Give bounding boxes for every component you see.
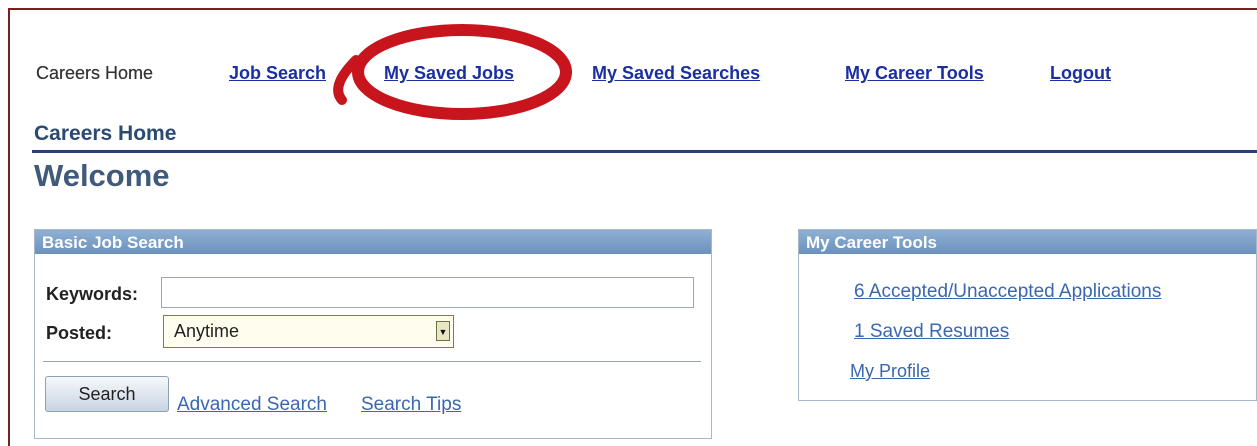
search-tips-link[interactable]: Search Tips bbox=[361, 394, 461, 416]
my-profile-link[interactable]: My Profile bbox=[850, 361, 930, 382]
my-career-tools-panel: My Career Tools 6 Accepted/Unaccepted Ap… bbox=[798, 229, 1257, 401]
breadcrumb: Careers Home bbox=[34, 122, 177, 145]
posted-select-value: Anytime bbox=[174, 321, 240, 341]
header-divider bbox=[32, 150, 1257, 153]
nav-my-saved-searches[interactable]: My Saved Searches bbox=[592, 63, 760, 84]
advanced-search-link[interactable]: Advanced Search bbox=[177, 394, 327, 416]
keywords-label: Keywords: bbox=[46, 284, 139, 304]
nav-careers-home[interactable]: Careers Home bbox=[36, 63, 153, 84]
nav-job-search[interactable]: Job Search bbox=[229, 63, 326, 84]
posted-label: Posted: bbox=[46, 323, 113, 343]
page-frame: Careers Home Job Search My Saved Jobs My… bbox=[8, 8, 1257, 446]
dropdown-arrow-icon[interactable]: ▼ bbox=[436, 321, 450, 341]
nav-logout[interactable]: Logout bbox=[1050, 63, 1111, 84]
keywords-input[interactable] bbox=[161, 277, 694, 308]
applications-link[interactable]: 6 Accepted/Unaccepted Applications bbox=[854, 281, 1161, 303]
panel-title: Basic Job Search bbox=[35, 230, 711, 254]
nav-my-career-tools[interactable]: My Career Tools bbox=[845, 63, 984, 84]
panel-title: My Career Tools bbox=[799, 230, 1256, 254]
basic-job-search-panel: Basic Job Search Keywords: Posted: Anyti… bbox=[34, 229, 712, 439]
search-button[interactable]: Search bbox=[45, 376, 169, 412]
posted-select[interactable]: Anytime ▼ bbox=[163, 315, 454, 348]
page-title: Welcome bbox=[34, 158, 170, 193]
saved-resumes-link[interactable]: 1 Saved Resumes bbox=[854, 321, 1009, 343]
panel-divider bbox=[43, 361, 701, 362]
nav-my-saved-jobs[interactable]: My Saved Jobs bbox=[384, 63, 514, 84]
